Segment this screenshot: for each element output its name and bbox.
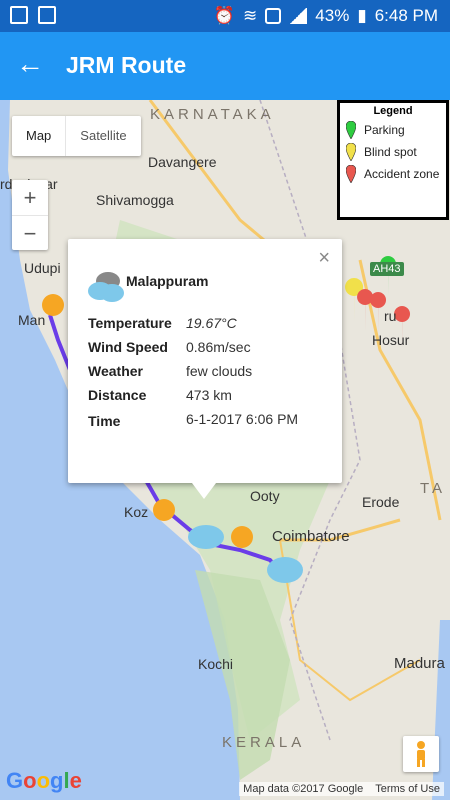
- zoom-in-button[interactable]: +: [12, 180, 48, 215]
- legend-item-parking: Parking: [346, 121, 446, 139]
- cloud-weather-icon: [88, 272, 124, 302]
- map-label-kozhikode: Koz: [124, 504, 149, 520]
- sun-marker: [42, 294, 64, 316]
- legend-panel: Legend Parking Blind spot Accident zone: [337, 100, 449, 220]
- yellow-pin-icon: [346, 143, 356, 161]
- table-row: Weather few clouds: [88, 363, 253, 379]
- table-row: Wind Speed 0.86m/sec: [88, 339, 251, 355]
- clock: 6:48 PM: [374, 6, 438, 25]
- sun-marker: [231, 526, 253, 548]
- google-logo: Google: [6, 768, 82, 793]
- map-label-ooty: Ooty: [250, 488, 280, 504]
- map-label-davangere: Davangere: [148, 154, 217, 170]
- email-notification-icon: [38, 6, 56, 24]
- gallery-icon: [10, 6, 28, 24]
- map-type-satellite-button[interactable]: Satellite: [65, 116, 140, 156]
- map-label-erode: Erode: [362, 494, 400, 510]
- green-pin-icon: [346, 121, 356, 139]
- zoom-out-button[interactable]: −: [12, 215, 48, 250]
- map-label-shivamogga: Shivamogga: [96, 192, 174, 208]
- wifi-icon: ≋: [243, 6, 258, 25]
- info-window-pointer: [192, 483, 216, 499]
- map-label-ah43: AH43: [370, 262, 404, 276]
- place-name: Malappuram: [126, 273, 209, 289]
- back-arrow-icon[interactable]: ←: [16, 50, 44, 78]
- terms-of-use-link[interactable]: Terms of Use: [375, 783, 440, 795]
- map-label-coimbatore: Coimbatore: [272, 528, 350, 545]
- status-right: ⏰ ≋ 43% ▮ 6:48 PM: [214, 6, 438, 26]
- map-label-ta: TA: [420, 480, 447, 497]
- cloud-marker: [188, 525, 224, 549]
- call-icon: [265, 8, 282, 24]
- map-type-control: Map Satellite: [12, 116, 141, 156]
- bay-sea: [432, 620, 450, 800]
- notification-icons: [10, 6, 56, 24]
- red-pin-icon: [346, 165, 356, 183]
- page-title: JRM Route: [66, 52, 187, 78]
- signal-icon: [289, 8, 308, 24]
- map-type-map-button[interactable]: Map: [12, 116, 65, 156]
- legend-item-blind-spot: Blind spot: [346, 143, 446, 161]
- map-attribution: Map data ©2017 Google Terms of Use: [239, 782, 444, 796]
- app-bar: ← JRM Route: [0, 32, 450, 100]
- status-bar: ⏰ ≋ 43% ▮ 6:48 PM: [0, 0, 450, 32]
- map-label-bengaluru: ru: [384, 308, 397, 324]
- legend-title: Legend: [373, 105, 413, 117]
- map-label-kochi: Kochi: [198, 656, 234, 672]
- map-label-karnataka: KARNATAKA: [150, 106, 275, 123]
- highway: [279, 539, 421, 702]
- table-row: Time 6-1-2017 6:06 PM: [88, 411, 299, 429]
- battery-icon: ▮: [357, 6, 367, 25]
- pegman-icon: [417, 741, 425, 767]
- cloud-marker: [267, 557, 303, 583]
- weather-info-window: × Malappuram Temperature 19.67°C Wind Sp…: [68, 239, 342, 499]
- table-row: Temperature 19.67°C: [88, 315, 237, 331]
- table-row: Distance 473 km: [88, 387, 232, 403]
- legend-item-accident-zone: Accident zone: [346, 165, 446, 183]
- map-label-mangaluru: Man: [18, 312, 46, 328]
- zoom-control: + −: [12, 180, 48, 250]
- street-view-pegman[interactable]: [403, 736, 439, 772]
- alarm-icon: ⏰: [213, 6, 236, 25]
- map-label-hosur: Hosur: [372, 332, 410, 348]
- sun-marker: [153, 499, 175, 521]
- map-label-kerala: KERALA: [222, 734, 306, 751]
- close-icon[interactable]: ×: [318, 247, 330, 270]
- map-data-text: Map data ©2017 Google: [243, 783, 364, 795]
- map-label-madurai: Madura: [394, 655, 445, 672]
- battery-percent: 43%: [315, 6, 350, 25]
- map-view[interactable]: KARNATAKA Davangere rdeshwar Shivamogga …: [0, 100, 450, 800]
- map-label-udupi: Udupi: [24, 260, 61, 276]
- weather-details-table: Temperature 19.67°C Wind Speed 0.86m/sec…: [88, 313, 316, 433]
